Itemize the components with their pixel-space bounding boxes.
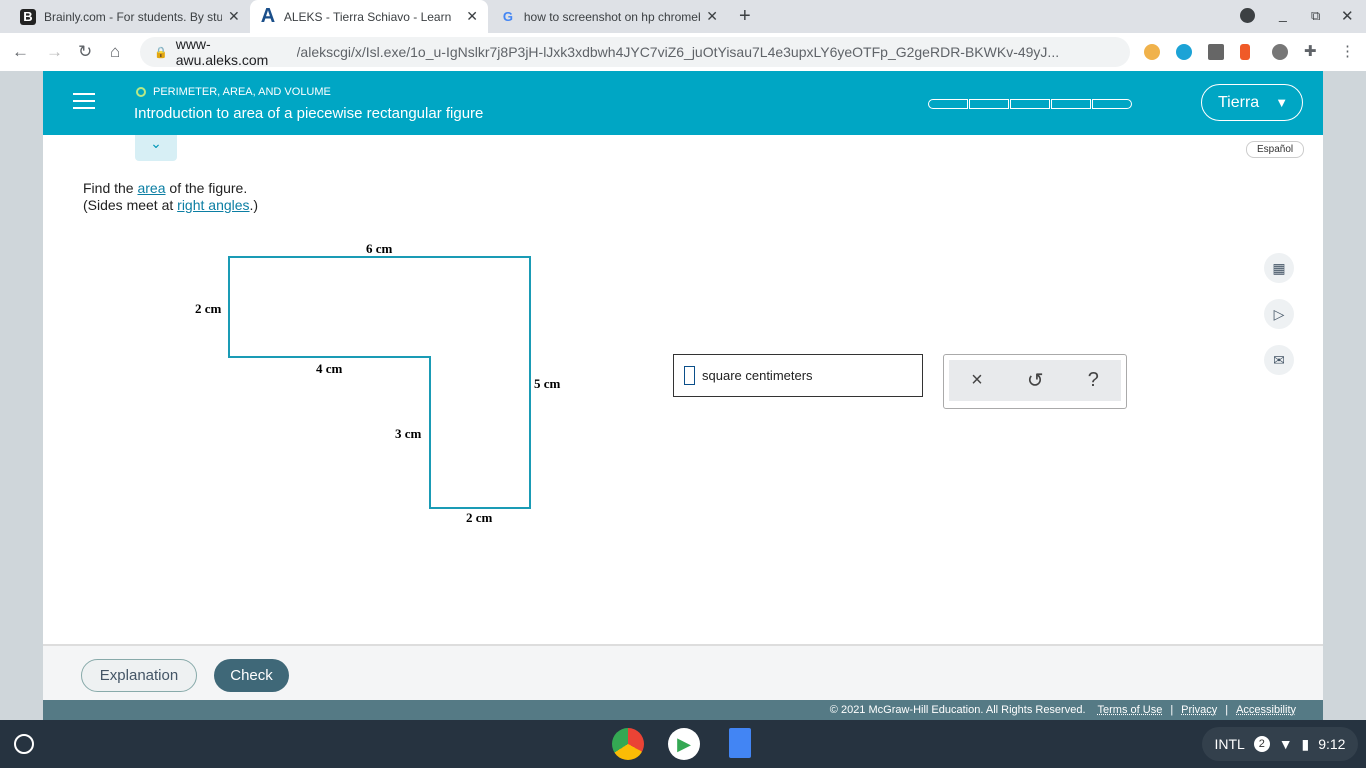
undo-button[interactable]: ↺ xyxy=(1027,368,1044,393)
aleks-page: PERIMETER, AREA, AND VOLUME Introduction… xyxy=(43,71,1323,720)
separator: | xyxy=(1225,704,1229,716)
home-icon[interactable]: ⌂ xyxy=(110,42,120,62)
label-middle: 4 cm xyxy=(316,361,343,376)
answer-input[interactable]: square centimeters xyxy=(673,354,923,397)
user-name: Tierra xyxy=(1218,93,1260,111)
tab-label: ALEKS - Tierra Schiavo - Learn xyxy=(283,9,452,24)
tab-bar: B Brainly.com - For students. By students… xyxy=(0,0,1366,33)
video-icon[interactable]: ▷ xyxy=(1264,299,1294,329)
aleks-icon: A xyxy=(260,5,276,27)
check-button[interactable]: Check xyxy=(214,659,289,692)
label-inner: 3 cm xyxy=(395,426,422,441)
close-window-icon[interactable]: ✕ xyxy=(1341,7,1354,25)
user-menu-button[interactable]: Tierra ▼ xyxy=(1201,84,1303,121)
label-top: 6 cm xyxy=(366,241,393,256)
chrome-icon[interactable] xyxy=(612,728,644,760)
profile-menu-icon[interactable] xyxy=(1240,8,1255,23)
extension-icon[interactable] xyxy=(1176,44,1192,60)
url-input[interactable]: 🔒 www-awu.aleks.com/alekscgi/x/Isl.exe/1o… xyxy=(140,36,1130,68)
calculator-icon[interactable]: ▦ xyxy=(1264,253,1294,283)
legal-bar: © 2021 McGraw-Hill Education. All Rights… xyxy=(43,700,1323,720)
lock-icon: 🔒 xyxy=(154,46,168,59)
tab-label: Brainly.com - For students. By students. xyxy=(44,9,222,24)
notification-badge: 2 xyxy=(1253,736,1270,752)
label-bottom: 2 cm xyxy=(466,510,493,525)
url-path: /alekscgi/x/Isl.exe/1o_u-IgNslkr7j8P3jH-… xyxy=(296,44,1060,60)
google-icon: G xyxy=(502,9,513,24)
new-tab-icon[interactable]: + xyxy=(739,5,751,28)
url-host: www-awu.aleks.com xyxy=(175,36,269,68)
accessibility-link[interactable]: Accessibility xyxy=(1236,704,1296,716)
figure: 6 cm 2 cm 4 cm 5 cm 3 cm 2 cm xyxy=(195,241,561,525)
back-icon[interactable]: ← xyxy=(12,42,29,62)
terms-link[interactable]: Terms of Use xyxy=(1098,704,1163,716)
tab-label: how to screenshot on hp chromebook xyxy=(523,9,700,24)
os-shelf: ▶ INTL 2 ▼ ▮ 9:12 xyxy=(0,720,1366,768)
progress-bar xyxy=(928,99,1133,109)
close-icon[interactable]: ✕ xyxy=(706,8,718,25)
answer-box[interactable] xyxy=(684,366,695,385)
brainly-icon: B xyxy=(20,8,36,25)
tab-aleks[interactable]: A ALEKS - Tierra Schiavo - Learn ✕ xyxy=(250,0,488,33)
explanation-button[interactable]: Explanation xyxy=(81,659,197,692)
status-tray[interactable]: INTL 2 ▼ ▮ 9:12 xyxy=(1202,727,1358,761)
unit-label: square centimeters xyxy=(702,368,813,383)
tab-google[interactable]: Ghow to screenshot on hp chromebook ✕ xyxy=(490,0,728,33)
puzzle-icon[interactable]: ✚ xyxy=(1304,42,1317,60)
extension-icon[interactable] xyxy=(1272,44,1288,60)
answer-tools: × ↺ ? xyxy=(943,354,1127,409)
input-method: INTL xyxy=(1214,736,1245,752)
figure-outline xyxy=(228,256,531,509)
extension-icon[interactable] xyxy=(1208,44,1224,60)
help-button[interactable]: ? xyxy=(1088,369,1099,392)
forward-icon: → xyxy=(46,42,63,61)
privacy-link[interactable]: Privacy xyxy=(1181,704,1217,716)
label-right: 5 cm xyxy=(534,376,561,391)
espanol-button[interactable]: Español xyxy=(1246,141,1305,158)
clear-button[interactable]: × xyxy=(971,369,983,392)
address-bar: ← → ↻ ⌂ 🔒 www-awu.aleks.com/alekscgi/x/Is… xyxy=(0,33,1366,71)
footer-bar: Explanation Check xyxy=(43,644,1323,700)
reload-icon[interactable]: ↻ xyxy=(78,42,92,62)
extension-icon[interactable] xyxy=(1144,44,1160,60)
more-icon[interactable]: ⋮ xyxy=(1340,42,1355,60)
docs-icon[interactable] xyxy=(729,728,751,758)
clock: 9:12 xyxy=(1318,736,1346,752)
close-icon[interactable]: ✕ xyxy=(228,8,240,25)
mail-icon[interactable]: ✉ xyxy=(1264,345,1294,375)
chevron-down-icon: ▼ xyxy=(1275,95,1289,110)
minimize-icon[interactable]: _ xyxy=(1279,6,1287,22)
restore-icon[interactable]: ⧉ xyxy=(1311,8,1320,24)
launcher-icon[interactable] xyxy=(14,734,34,754)
battery-icon: ▮ xyxy=(1301,735,1310,752)
extension-icon[interactable] xyxy=(1240,44,1250,60)
play-store-icon[interactable]: ▶ xyxy=(668,728,700,760)
separator: | xyxy=(1170,704,1174,716)
label-left: 2 cm xyxy=(195,301,222,316)
close-icon[interactable]: ✕ xyxy=(466,8,478,25)
wifi-icon: ▼ xyxy=(1278,736,1293,752)
copyright: © 2021 McGraw-Hill Education. All Rights… xyxy=(829,704,1086,716)
tab-brainly[interactable]: B Brainly.com - For students. By students… xyxy=(10,0,250,33)
